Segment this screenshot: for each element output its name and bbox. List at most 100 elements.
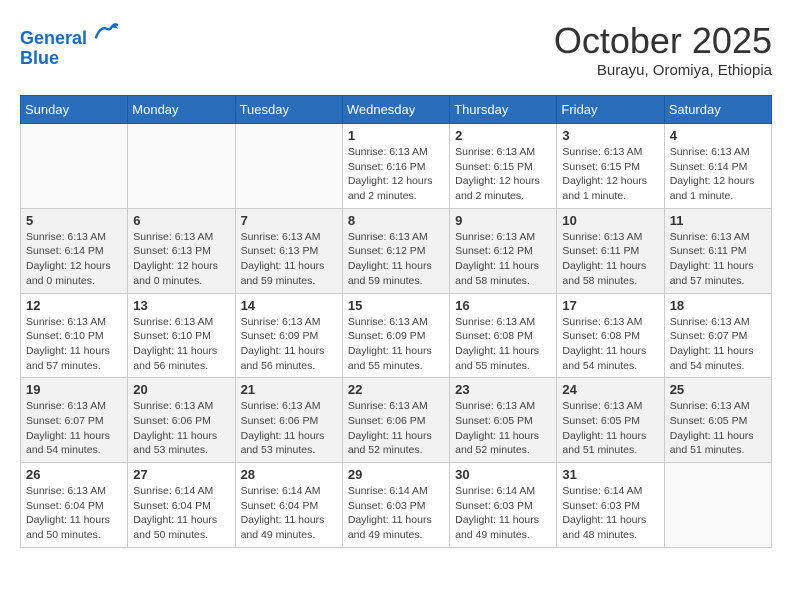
calendar-week-row: 12Sunrise: 6:13 AM Sunset: 6:10 PM Dayli… xyxy=(21,293,772,378)
day-info: Sunrise: 6:13 AM Sunset: 6:11 PM Dayligh… xyxy=(562,230,658,289)
day-info: Sunrise: 6:13 AM Sunset: 6:07 PM Dayligh… xyxy=(670,315,766,374)
day-info: Sunrise: 6:13 AM Sunset: 6:15 PM Dayligh… xyxy=(455,145,551,204)
day-info: Sunrise: 6:13 AM Sunset: 6:08 PM Dayligh… xyxy=(562,315,658,374)
day-number: 2 xyxy=(455,128,551,143)
day-number: 11 xyxy=(670,213,766,228)
day-number: 6 xyxy=(133,213,229,228)
day-info: Sunrise: 6:13 AM Sunset: 6:05 PM Dayligh… xyxy=(455,399,551,458)
day-info: Sunrise: 6:14 AM Sunset: 6:03 PM Dayligh… xyxy=(455,484,551,543)
day-number: 17 xyxy=(562,298,658,313)
calendar-cell: 6Sunrise: 6:13 AM Sunset: 6:13 PM Daylig… xyxy=(128,208,235,293)
calendar-cell: 8Sunrise: 6:13 AM Sunset: 6:12 PM Daylig… xyxy=(342,208,449,293)
calendar-cell xyxy=(235,124,342,209)
calendar-cell: 31 Sunrise: 6:14 AM Sunset: 6:03 PM Dayli… xyxy=(557,463,664,548)
day-info: Sunrise: 6:14 AM Sunset: 6:03 PM Dayligh… xyxy=(562,484,658,543)
day-number: 10 xyxy=(562,213,658,228)
calendar-cell: 7 Sunrise: 6:13 AM Sunset: 6:13 PM Daylig… xyxy=(235,208,342,293)
subtitle: Burayu, Oromiya, Ethiopia xyxy=(554,62,772,79)
day-number: 22 xyxy=(348,382,444,397)
calendar-cell: 22 Sunrise: 6:13 AM Sunset: 6:06 PM Dayli… xyxy=(342,378,449,463)
day-info: Sunrise: 6:13 AM Sunset: 6:10 PM Dayligh… xyxy=(133,315,229,374)
calendar-cell xyxy=(128,124,235,209)
day-info: Sunrise: 6:13 AM Sunset: 6:09 PM Dayligh… xyxy=(241,315,337,374)
day-number: 5 xyxy=(26,213,122,228)
header-saturday: Saturday xyxy=(664,96,771,124)
page-header: General Blue October 2025 Burayu, Oromiy… xyxy=(20,20,772,79)
calendar-cell: 12Sunrise: 6:13 AM Sunset: 6:10 PM Dayli… xyxy=(21,293,128,378)
calendar-table: SundayMondayTuesdayWednesdayThursdayFrid… xyxy=(20,95,772,548)
calendar-cell: 24 Sunrise: 6:13 AM Sunset: 6:05 PM Dayli… xyxy=(557,378,664,463)
day-number: 1 xyxy=(348,128,444,143)
calendar-cell: 14 Sunrise: 6:13 AM Sunset: 6:09 PM Dayli… xyxy=(235,293,342,378)
header-friday: Friday xyxy=(557,96,664,124)
day-info: Sunrise: 6:13 AM Sunset: 6:16 PM Dayligh… xyxy=(348,145,444,204)
day-number: 21 xyxy=(241,382,337,397)
calendar-header-row: SundayMondayTuesdayWednesdayThursdayFrid… xyxy=(21,96,772,124)
day-info: Sunrise: 6:13 AM Sunset: 6:12 PM Dayligh… xyxy=(455,230,551,289)
day-info: Sunrise: 6:13 AM Sunset: 6:09 PM Dayligh… xyxy=(348,315,444,374)
calendar-week-row: 1 Sunrise: 6:13 AM Sunset: 6:16 PM Daylig… xyxy=(21,124,772,209)
calendar-cell xyxy=(21,124,128,209)
day-number: 31 xyxy=(562,467,658,482)
day-number: 13 xyxy=(133,298,229,313)
day-info: Sunrise: 6:14 AM Sunset: 6:04 PM Dayligh… xyxy=(241,484,337,543)
calendar-cell: 23 Sunrise: 6:13 AM Sunset: 6:05 PM Dayli… xyxy=(450,378,557,463)
day-info: Sunrise: 6:13 AM Sunset: 6:14 PM Dayligh… xyxy=(670,145,766,204)
calendar-week-row: 5 Sunrise: 6:13 AM Sunset: 6:14 PM Daylig… xyxy=(21,208,772,293)
day-info: Sunrise: 6:13 AM Sunset: 6:05 PM Dayligh… xyxy=(670,399,766,458)
calendar-cell: 13 Sunrise: 6:13 AM Sunset: 6:10 PM Dayli… xyxy=(128,293,235,378)
calendar-week-row: 19Sunrise: 6:13 AM Sunset: 6:07 PM Dayli… xyxy=(21,378,772,463)
day-info: Sunrise: 6:13 AM Sunset: 6:08 PM Dayligh… xyxy=(455,315,551,374)
header-tuesday: Tuesday xyxy=(235,96,342,124)
calendar-cell: 16 Sunrise: 6:13 AM Sunset: 6:08 PM Dayli… xyxy=(450,293,557,378)
day-info: Sunrise: 6:14 AM Sunset: 6:03 PM Dayligh… xyxy=(348,484,444,543)
calendar-cell: 26 Sunrise: 6:13 AM Sunset: 6:04 PM Dayli… xyxy=(21,463,128,548)
day-number: 18 xyxy=(670,298,766,313)
calendar-cell: 21 Sunrise: 6:13 AM Sunset: 6:06 PM Dayli… xyxy=(235,378,342,463)
day-info: Sunrise: 6:14 AM Sunset: 6:04 PM Dayligh… xyxy=(133,484,229,543)
day-info: Sunrise: 6:13 AM Sunset: 6:04 PM Dayligh… xyxy=(26,484,122,543)
day-info: Sunrise: 6:13 AM Sunset: 6:13 PM Dayligh… xyxy=(241,230,337,289)
day-info: Sunrise: 6:13 AM Sunset: 6:10 PM Dayligh… xyxy=(26,315,122,374)
month-title: October 2025 xyxy=(554,20,772,62)
day-number: 16 xyxy=(455,298,551,313)
calendar-cell: 3 Sunrise: 6:13 AM Sunset: 6:15 PM Daylig… xyxy=(557,124,664,209)
day-info: Sunrise: 6:13 AM Sunset: 6:05 PM Dayligh… xyxy=(562,399,658,458)
day-info: Sunrise: 6:13 AM Sunset: 6:06 PM Dayligh… xyxy=(348,399,444,458)
day-number: 24 xyxy=(562,382,658,397)
calendar-cell: 27 Sunrise: 6:14 AM Sunset: 6:04 PM Dayli… xyxy=(128,463,235,548)
day-number: 20 xyxy=(133,382,229,397)
header-wednesday: Wednesday xyxy=(342,96,449,124)
day-info: Sunrise: 6:13 AM Sunset: 6:06 PM Dayligh… xyxy=(241,399,337,458)
header-sunday: Sunday xyxy=(21,96,128,124)
calendar-cell: 4Sunrise: 6:13 AM Sunset: 6:14 PM Daylig… xyxy=(664,124,771,209)
calendar-cell: 17 Sunrise: 6:13 AM Sunset: 6:08 PM Dayli… xyxy=(557,293,664,378)
logo-text: General xyxy=(20,20,118,49)
day-number: 23 xyxy=(455,382,551,397)
day-number: 3 xyxy=(562,128,658,143)
day-number: 14 xyxy=(241,298,337,313)
day-info: Sunrise: 6:13 AM Sunset: 6:15 PM Dayligh… xyxy=(562,145,658,204)
calendar-cell: 10 Sunrise: 6:13 AM Sunset: 6:11 PM Dayli… xyxy=(557,208,664,293)
header-monday: Monday xyxy=(128,96,235,124)
day-number: 28 xyxy=(241,467,337,482)
calendar-cell: 1 Sunrise: 6:13 AM Sunset: 6:16 PM Daylig… xyxy=(342,124,449,209)
day-number: 9 xyxy=(455,213,551,228)
day-number: 19 xyxy=(26,382,122,397)
calendar-cell: 18 Sunrise: 6:13 AM Sunset: 6:07 PM Dayli… xyxy=(664,293,771,378)
calendar-cell: 2 Sunrise: 6:13 AM Sunset: 6:15 PM Daylig… xyxy=(450,124,557,209)
day-info: Sunrise: 6:13 AM Sunset: 6:14 PM Dayligh… xyxy=(26,230,122,289)
calendar-cell: 9 Sunrise: 6:13 AM Sunset: 6:12 PM Daylig… xyxy=(450,208,557,293)
calendar-cell: 5 Sunrise: 6:13 AM Sunset: 6:14 PM Daylig… xyxy=(21,208,128,293)
day-number: 27 xyxy=(133,467,229,482)
day-number: 15 xyxy=(348,298,444,313)
calendar-cell: 20 Sunrise: 6:13 AM Sunset: 6:06 PM Dayli… xyxy=(128,378,235,463)
calendar-cell: 30 Sunrise: 6:14 AM Sunset: 6:03 PM Dayli… xyxy=(450,463,557,548)
calendar-cell: 19Sunrise: 6:13 AM Sunset: 6:07 PM Dayli… xyxy=(21,378,128,463)
logo-icon xyxy=(94,20,118,44)
day-number: 7 xyxy=(241,213,337,228)
day-number: 30 xyxy=(455,467,551,482)
day-number: 26 xyxy=(26,467,122,482)
day-info: Sunrise: 6:13 AM Sunset: 6:06 PM Dayligh… xyxy=(133,399,229,458)
logo-blue: Blue xyxy=(20,49,118,69)
